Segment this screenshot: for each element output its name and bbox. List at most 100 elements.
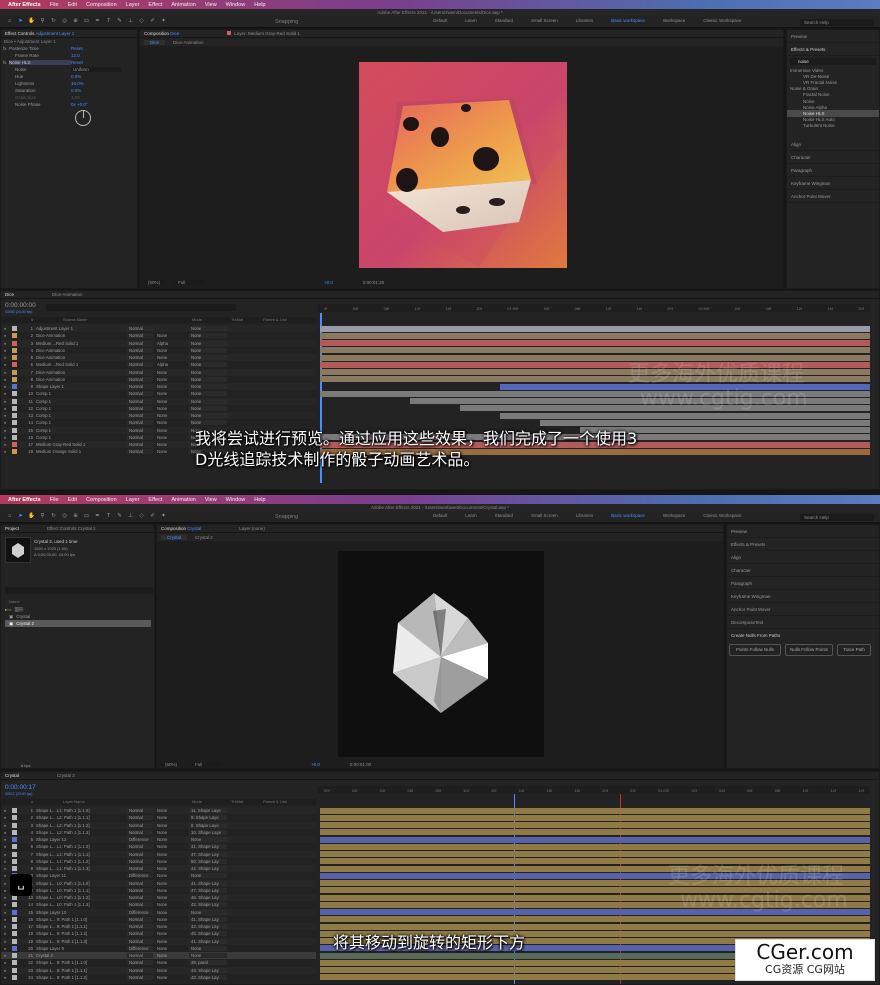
tab-project[interactable]: Project <box>5 526 19 531</box>
tab-timeline-dice-animation[interactable]: Dice-Animation <box>52 292 83 297</box>
visibility-eye-icon[interactable]: ● <box>1 866 9 871</box>
track-matte-dropdown[interactable]: None <box>157 881 175 886</box>
blend-mode-dropdown[interactable]: Normal <box>127 413 153 419</box>
parent-dropdown[interactable]: None <box>189 945 227 951</box>
ws-standard[interactable]: Standard <box>486 18 522 23</box>
blend-mode-dropdown[interactable]: Normal <box>127 822 153 828</box>
noise-dropdown[interactable]: Uniform <box>71 67 121 72</box>
layer-name[interactable]: Shape Layer 10 <box>36 910 100 915</box>
blend-mode-dropdown[interactable]: Normal <box>127 333 153 339</box>
label-color-swatch[interactable] <box>12 434 17 440</box>
rectangle-tool-icon[interactable]: ▭ <box>83 513 90 520</box>
ws-learn[interactable]: Learn <box>456 18 486 23</box>
layer-name[interactable]: Shape L... 9: Path 1 [1.1.3] <box>36 939 100 944</box>
zoom-tool-icon[interactable]: ⚲ <box>39 513 46 520</box>
pen-tool-icon[interactable]: ✒ <box>94 18 101 25</box>
track-matte-dropdown[interactable]: None <box>157 442 175 447</box>
blend-mode-dropdown[interactable]: Normal <box>127 815 153 821</box>
blend-mode-dropdown[interactable]: Difference <box>127 837 153 843</box>
parent-dropdown[interactable]: 42. Shape Lay <box>189 902 227 908</box>
ws-workspace[interactable]: Workspace <box>654 18 694 23</box>
home-icon[interactable]: ⌂ <box>6 18 13 25</box>
layer-name[interactable]: Dice-Animation <box>36 348 100 353</box>
zoom-dropdown[interactable]: (50%) <box>161 762 182 767</box>
layer-row[interactable]: ● 8 Shape L... L1: Path 1 [1.1.2] Normal Non… <box>1 857 316 865</box>
track-matte-dropdown[interactable]: None <box>157 449 175 454</box>
visibility-eye-icon[interactable]: ● <box>1 326 9 331</box>
crumb-dice-animation[interactable]: Dice-Animation <box>173 40 204 45</box>
tab-timeline-dice[interactable]: Dice <box>5 292 14 297</box>
camera-tool-icon[interactable]: ◎ <box>61 18 68 25</box>
visibility-eye-icon[interactable]: ● <box>1 333 9 338</box>
parent-dropdown[interactable]: 44. Shape Lay <box>189 967 227 973</box>
label-color-swatch[interactable] <box>12 398 17 404</box>
snapping-toggle[interactable]: Snapping <box>275 19 298 25</box>
roto-tool-icon[interactable]: ✐ <box>149 513 156 520</box>
label-color-swatch[interactable] <box>12 808 17 814</box>
label-color-swatch[interactable] <box>12 902 17 908</box>
effect-prop-row[interactable]: Hue 0.0% <box>1 73 137 80</box>
label-color-swatch[interactable] <box>12 938 17 944</box>
layer-duration-bar[interactable] <box>320 923 870 930</box>
layer-row[interactable]: ● 6 Medium ...Red Solid 1 Normal Alpha None <box>1 361 316 369</box>
parent-dropdown[interactable]: None <box>189 355 227 361</box>
parent-dropdown[interactable]: 9. Shape Laye <box>189 815 227 821</box>
effect-prop-row[interactable]: Saturation 0.0% <box>1 87 137 94</box>
puppet-tool-icon[interactable]: ✦ <box>160 18 167 25</box>
visibility-eye-icon[interactable]: ● <box>1 384 9 389</box>
layer-name[interactable]: Shape L... L1: Path 1 [1.1.3] <box>36 866 100 871</box>
layer-name[interactable]: Shape L... L1: Path 1 [1.1.1] <box>36 852 100 857</box>
layer-row[interactable]: ● 10 Comp 1 Normal None None <box>1 390 316 398</box>
panel-anchor-point-mover[interactable]: Anchor Point Mover <box>727 603 879 616</box>
layer-row[interactable]: ● 14 Comp 1 Normal None None <box>1 419 316 427</box>
visibility-eye-icon[interactable]: ● <box>1 917 9 922</box>
blend-mode-dropdown[interactable]: Normal <box>127 405 153 411</box>
label-color-swatch[interactable] <box>12 369 17 375</box>
track-matte-dropdown[interactable]: None <box>157 939 175 944</box>
track-matte-dropdown[interactable]: None <box>157 895 175 900</box>
layer-row[interactable]: ●11Shape L... L0: Path 1 [1.1.0]NormalNo… <box>1 879 316 887</box>
visibility-eye-icon[interactable]: ● <box>1 377 9 382</box>
blend-mode-dropdown[interactable]: Difference <box>127 945 153 951</box>
layer-duration-bar[interactable] <box>320 829 870 836</box>
layer-name[interactable]: Comp 1 <box>36 413 100 418</box>
blend-mode-dropdown[interactable]: Normal <box>127 376 153 382</box>
blend-mode-dropdown[interactable]: Normal <box>127 808 153 814</box>
layer-name[interactable]: Shape Layer 9 <box>36 946 100 951</box>
blend-mode-dropdown[interactable]: Normal <box>127 355 153 361</box>
visibility-eye-icon[interactable]: ● <box>1 391 9 396</box>
trace-path-button[interactable]: Trace Path <box>837 644 871 656</box>
effect-prop-row[interactable]: fx Noise HLS Reset <box>1 59 137 66</box>
parent-dropdown[interactable]: 43. Shape Lay <box>189 974 227 980</box>
blend-mode-dropdown[interactable]: Normal <box>127 326 153 332</box>
layer-name[interactable]: Dice-Animation <box>36 333 100 338</box>
visibility-eye-icon[interactable]: ● <box>1 837 9 842</box>
parent-dropdown[interactable]: 10. Shape Laye <box>189 829 227 835</box>
blend-mode-dropdown[interactable]: Normal <box>127 398 153 404</box>
blend-mode-dropdown[interactable]: Normal <box>127 434 153 440</box>
rotate-tool-icon[interactable]: ↻ <box>50 513 57 520</box>
track-matte-dropdown[interactable]: None <box>157 888 175 893</box>
stamp-tool-icon[interactable]: ⊥ <box>127 18 134 25</box>
label-color-swatch[interactable] <box>12 376 17 382</box>
parent-dropdown[interactable]: None <box>189 362 227 368</box>
quality-dropdown[interactable]: Full <box>174 280 205 285</box>
menu-edit[interactable]: Edit <box>68 497 77 503</box>
panel-paragraph[interactable]: Paragraph <box>787 164 879 177</box>
menu-composition[interactable]: Composition <box>86 2 117 8</box>
ws-libraries[interactable]: Libraries <box>567 18 602 23</box>
timeline-timecode[interactable]: 0:00:00:17 <box>5 784 36 791</box>
label-color-swatch[interactable] <box>12 326 17 332</box>
layer-name[interactable]: Dice-Animation <box>36 377 100 382</box>
layer-duration-bar[interactable] <box>320 807 870 814</box>
layer-row[interactable]: ● 2 Shape L... L2: Path 1 [1.1.1] Normal Non… <box>1 814 316 822</box>
layer-row[interactable]: ● 7 Shape L... L1: Path 1 [1.1.1] Normal Non… <box>1 850 316 858</box>
visibility-eye-icon[interactable]: ● <box>1 953 9 958</box>
parent-dropdown[interactable]: 50. Shape Lay <box>189 858 227 864</box>
panel-align[interactable]: Align <box>727 551 879 564</box>
parent-dropdown[interactable]: 8. Shape Laye <box>189 822 227 828</box>
track-matte-dropdown[interactable]: None <box>157 808 175 813</box>
tab-timeline-crystal-2[interactable]: Crystal 2 <box>57 773 75 778</box>
visibility-eye-icon[interactable]: ● <box>1 902 9 907</box>
blend-mode-dropdown[interactable]: Normal <box>127 362 153 368</box>
